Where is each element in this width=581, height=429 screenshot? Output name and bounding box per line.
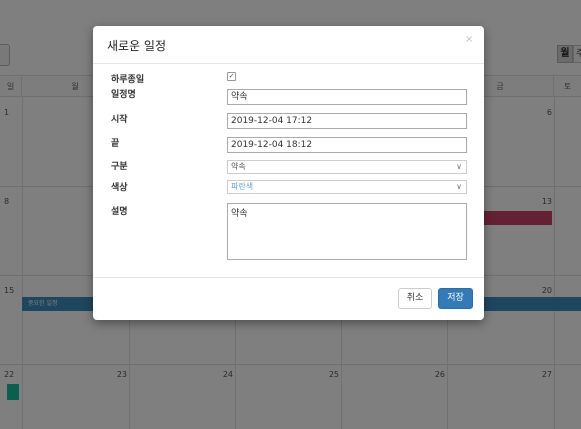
end-label: 끝 xyxy=(111,139,120,149)
end-input[interactable]: 2019-12-04 18:12 xyxy=(227,137,467,153)
save-button[interactable]: 저장 xyxy=(438,288,473,309)
close-icon[interactable]: × xyxy=(465,34,473,45)
modal-title: 새로운 일정 xyxy=(107,39,167,53)
color-select[interactable]: 파란색 ∨ xyxy=(227,180,467,194)
start-input[interactable]: 2019-12-04 17:12 xyxy=(227,113,467,129)
chevron-down-icon: ∨ xyxy=(456,162,462,171)
description-label: 설명 xyxy=(111,207,128,217)
color-label: 색상 xyxy=(111,183,128,193)
category-select-value: 약속 xyxy=(231,162,246,171)
title-input[interactable]: 약속 xyxy=(227,89,467,105)
description-textarea[interactable]: 약속 xyxy=(227,203,467,260)
modal-header: 새로운 일정 × xyxy=(93,26,484,64)
chevron-down-icon: ∨ xyxy=(456,182,462,191)
title-label: 일정명 xyxy=(111,90,136,100)
category-label: 구분 xyxy=(111,162,128,172)
color-select-value: 파란색 xyxy=(231,182,254,191)
allday-label: 하루종일 xyxy=(111,75,145,85)
new-event-modal: 새로운 일정 × 하루종일 ✓ 일정명 약속 시작 2019-12-04 17:… xyxy=(93,26,484,320)
start-label: 시작 xyxy=(111,115,128,125)
cancel-button[interactable]: 취소 xyxy=(398,288,432,309)
allday-checkbox[interactable]: ✓ xyxy=(227,72,236,81)
modal-footer: 취소 저장 xyxy=(93,277,484,320)
category-select[interactable]: 약속 ∨ xyxy=(227,160,467,174)
